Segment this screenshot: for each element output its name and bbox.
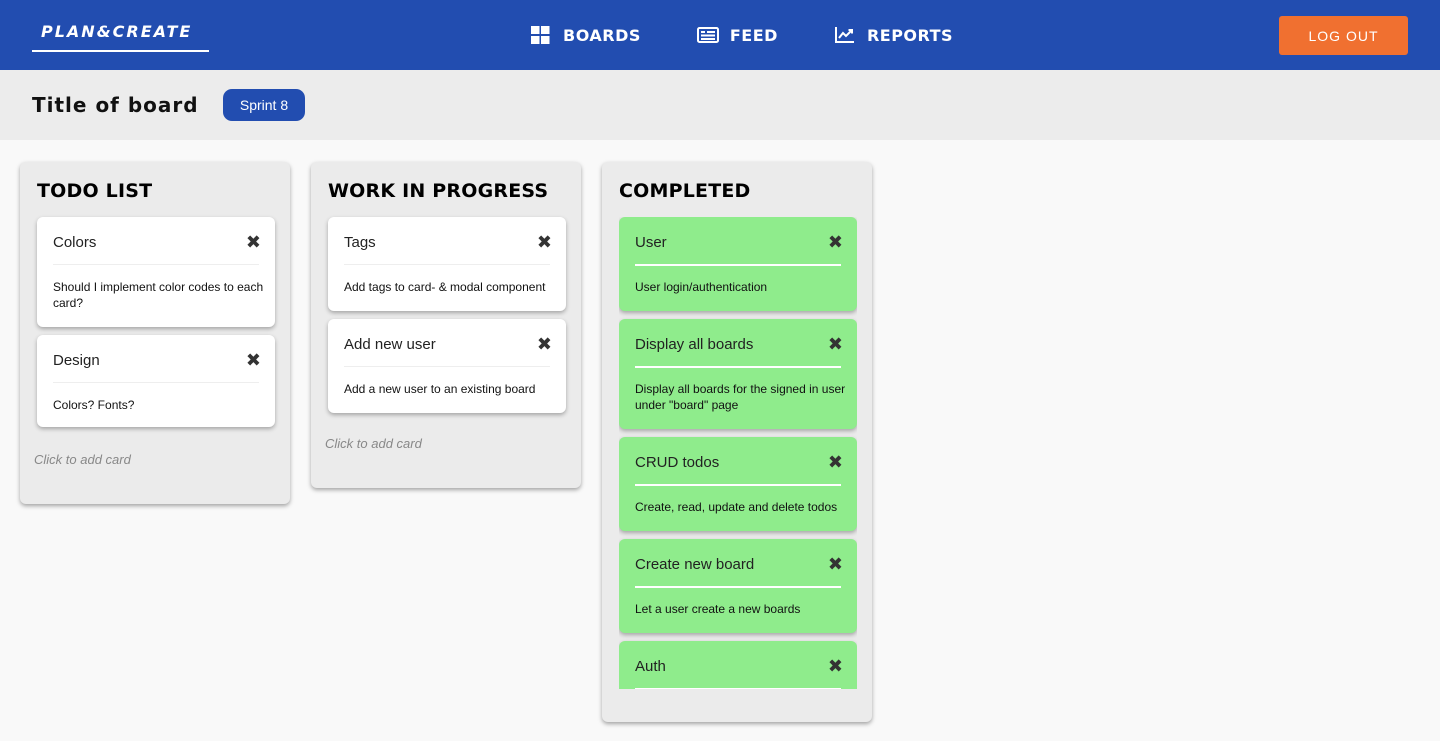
card-container: User ✖ User login/authentication Display…	[619, 217, 857, 689]
card[interactable]: Tags ✖ Add tags to card- & modal compone…	[328, 217, 566, 311]
close-icon[interactable]: ✖	[246, 233, 261, 251]
card-title: Colors	[53, 234, 97, 251]
close-icon[interactable]: ✖	[537, 335, 552, 353]
card-description: Colors? Fonts?	[53, 398, 135, 412]
card-description: Display all boards for the signed in use…	[635, 382, 846, 412]
app-logo[interactable]: PLAN&CREATE	[32, 22, 209, 52]
card-description: Add a new user to an existing board	[344, 382, 536, 396]
card-title: Display all boards	[635, 336, 754, 353]
add-card-button[interactable]: Click to add card	[325, 436, 422, 451]
card-description: Let a user create a new boards	[635, 602, 801, 616]
close-icon[interactable]: ✖	[828, 233, 843, 251]
sprint-badge[interactable]: Sprint 8	[223, 89, 305, 121]
card[interactable]: Create new board ✖ Let a user create a n…	[619, 539, 857, 633]
chart-line-icon	[834, 27, 854, 43]
nav-boards[interactable]: BOARDS	[530, 24, 641, 46]
card-divider	[344, 366, 550, 367]
add-card-button[interactable]: Click to add card	[34, 452, 131, 467]
card-title: Create new board	[635, 556, 755, 573]
close-icon[interactable]: ✖	[246, 351, 261, 369]
card-description: Create, read, update and delete todos	[635, 500, 838, 514]
card-title: Auth	[635, 658, 666, 675]
card[interactable]: User ✖ User login/authentication	[619, 217, 857, 311]
main-nav: BOARDS FEED REPORTS	[530, 24, 953, 46]
navbar: PLAN&CREATE BOARDS FEED REPORTS LOG OUT	[0, 0, 1440, 70]
list-in-progress: WORK IN PROGRESS Tags ✖ Add tags to card…	[311, 162, 581, 488]
card-title: Design	[53, 352, 100, 369]
board-header: Title of board Sprint 8	[0, 70, 1440, 140]
card-description: Should I implement color codes to each c…	[53, 280, 264, 310]
card-divider	[344, 264, 550, 265]
card-divider	[53, 382, 259, 383]
nav-reports-label: REPORTS	[866, 25, 954, 45]
card-container: Colors ✖ Should I implement color codes …	[37, 217, 275, 435]
list-completed: COMPLETED User ✖ User login/authenticati…	[602, 162, 872, 722]
list-title[interactable]: COMPLETED	[619, 180, 751, 202]
list-title[interactable]: TODO LIST	[37, 180, 152, 202]
card-divider	[635, 484, 841, 486]
card-title: User	[635, 234, 667, 251]
card-divider	[635, 586, 841, 588]
nav-reports[interactable]: REPORTS	[834, 24, 953, 46]
card-divider	[635, 366, 841, 368]
card-title: Add new user	[344, 336, 436, 353]
card-title: Tags	[344, 234, 376, 251]
grid-icon	[531, 26, 550, 44]
list-todo: TODO LIST Colors ✖ Should I implement co…	[20, 162, 290, 504]
card-divider	[53, 264, 259, 265]
nav-feed-label: FEED	[729, 25, 778, 45]
close-icon[interactable]: ✖	[828, 657, 843, 675]
close-icon[interactable]: ✖	[828, 335, 843, 353]
card[interactable]: Design ✖ Colors? Fonts?	[37, 335, 275, 427]
close-icon[interactable]: ✖	[828, 453, 843, 471]
card-divider	[635, 264, 841, 266]
board-title[interactable]: Title of board	[32, 93, 199, 117]
nav-feed[interactable]: FEED	[696, 24, 778, 46]
card-container: Tags ✖ Add tags to card- & modal compone…	[328, 217, 566, 421]
logout-button[interactable]: LOG OUT	[1279, 16, 1408, 55]
card-description: Add tags to card- & modal component	[344, 280, 546, 294]
card[interactable]: Display all boards ✖ Display all boards …	[619, 319, 857, 429]
card[interactable]: Auth ✖	[619, 641, 857, 689]
card-divider	[635, 688, 841, 689]
close-icon[interactable]: ✖	[828, 555, 843, 573]
card-title: CRUD todos	[635, 454, 720, 471]
nav-boards-label: BOARDS	[563, 25, 641, 45]
card[interactable]: Add new user ✖ Add a new user to an exis…	[328, 319, 566, 413]
list-title[interactable]: WORK IN PROGRESS	[328, 180, 548, 202]
card[interactable]: Colors ✖ Should I implement color codes …	[37, 217, 275, 327]
newspaper-icon	[696, 27, 719, 43]
card-description: User login/authentication	[635, 280, 768, 294]
card[interactable]: CRUD todos ✖ Create, read, update and de…	[619, 437, 857, 531]
close-icon[interactable]: ✖	[537, 233, 552, 251]
